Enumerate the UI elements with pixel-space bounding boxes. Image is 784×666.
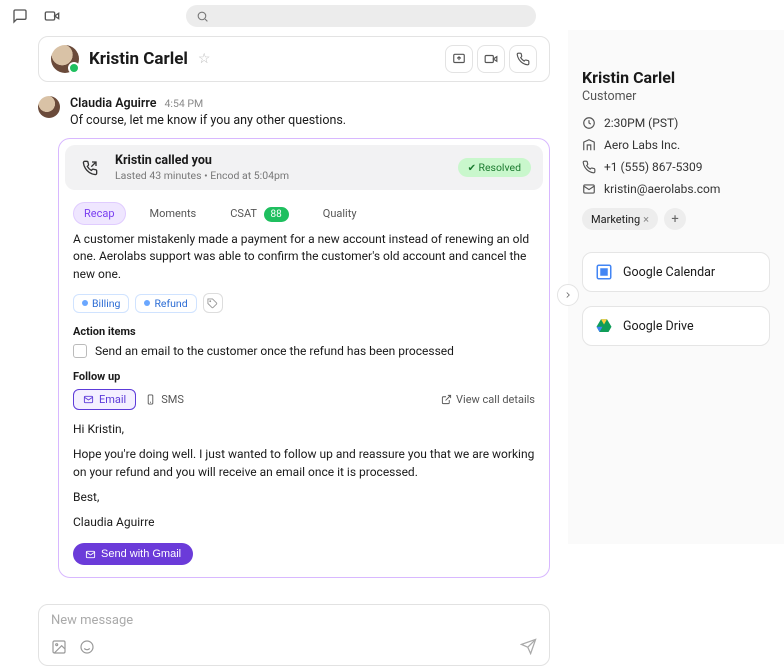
message-row: Claudia Aguirre 4:54 PM Of course, let m… xyxy=(38,96,550,128)
phone-call-button[interactable] xyxy=(509,45,537,73)
share-screen-button[interactable] xyxy=(445,45,473,73)
call-summary-card: Kristin called you Lasted 43 minutes • E… xyxy=(58,138,550,578)
message-time: 4:54 PM xyxy=(165,97,204,110)
contact-name: Kristin Carlel xyxy=(89,49,188,69)
topic-pills: Billing Refund xyxy=(73,293,535,313)
add-tag-button[interactable]: + xyxy=(664,208,686,230)
sidebar-email-row[interactable]: kristin@aerolabs.com xyxy=(582,182,770,196)
message-text: Of course, let me know if you any other … xyxy=(70,113,346,128)
star-icon[interactable]: ☆ xyxy=(198,51,211,67)
tag-icon[interactable] xyxy=(203,293,223,313)
conversation-header: Kristin Carlel ☆ xyxy=(38,36,550,82)
image-attach-icon[interactable] xyxy=(51,639,67,659)
call-header: Kristin called you Lasted 43 minutes • E… xyxy=(65,145,543,190)
tab-moments[interactable]: Moments xyxy=(140,203,207,224)
tag-marketing[interactable]: Marketing × xyxy=(582,208,658,230)
followup-label: Follow up xyxy=(73,370,535,383)
pill-billing[interactable]: Billing xyxy=(73,294,129,313)
send-icon[interactable] xyxy=(520,638,537,659)
incoming-call-icon xyxy=(77,155,103,181)
sidebar-phone-row[interactable]: +1 (555) 867-5309 xyxy=(582,160,770,174)
search-input[interactable] xyxy=(186,5,536,27)
composer-input[interactable]: New message xyxy=(51,613,537,628)
call-subtitle: Lasted 43 minutes • Encod at 5:04pm xyxy=(115,169,289,182)
action-item-text: Send an email to the customer once the r… xyxy=(95,344,454,358)
followup-email-chip[interactable]: Email xyxy=(73,389,136,410)
view-call-details-link[interactable]: View call details xyxy=(441,393,535,406)
contact-sidebar: Kristin Carlel Customer 2:30PM (PST) Aer… xyxy=(568,30,784,544)
checkbox-icon[interactable] xyxy=(73,344,87,358)
google-calendar-icon xyxy=(595,263,613,281)
author-avatar xyxy=(38,96,60,118)
chat-icon[interactable] xyxy=(10,6,30,26)
remove-tag-icon[interactable]: × xyxy=(643,213,649,226)
tab-csat[interactable]: CSAT 88 xyxy=(220,203,299,224)
sidebar-time-row: 2:30PM (PST) xyxy=(582,116,770,130)
contact-avatar xyxy=(51,45,79,73)
emoji-icon[interactable] xyxy=(79,639,95,659)
sidebar-contact-role: Customer xyxy=(582,89,770,104)
google-drive-icon xyxy=(595,317,613,335)
call-title: Kristin called you xyxy=(115,153,289,168)
followup-sms-chip[interactable]: SMS xyxy=(136,390,193,409)
topbar xyxy=(0,0,784,30)
collapse-sidebar-button[interactable] xyxy=(557,284,579,306)
call-summary-text: A customer mistakenly made a payment for… xyxy=(73,231,535,283)
sidebar-contact-name: Kristin Carlel xyxy=(582,68,770,87)
status-badge: Resolved xyxy=(458,158,531,177)
followup-draft: Hi Kristin, Hope you're doing well. I ju… xyxy=(73,420,535,531)
tab-recap[interactable]: Recap xyxy=(73,202,126,225)
message-author: Claudia Aguirre xyxy=(70,96,157,111)
call-tabs: Recap Moments CSAT 88 Quality xyxy=(59,196,549,231)
integration-google-calendar[interactable]: Google Calendar xyxy=(582,252,770,292)
message-composer[interactable]: New message xyxy=(38,604,550,666)
video-icon[interactable] xyxy=(42,6,62,26)
action-items-label: Action items xyxy=(73,325,535,338)
integration-google-drive[interactable]: Google Drive xyxy=(582,306,770,346)
action-item-row[interactable]: Send an email to the customer once the r… xyxy=(73,344,535,358)
conversation-pane: Kristin Carlel ☆ Claudia Aguirre 4 xyxy=(0,30,568,544)
pill-refund[interactable]: Refund xyxy=(135,294,196,313)
video-call-button[interactable] xyxy=(477,45,505,73)
tab-quality[interactable]: Quality xyxy=(313,203,367,224)
send-with-gmail-button[interactable]: Send with Gmail xyxy=(73,543,193,565)
csat-score-badge: 88 xyxy=(264,207,289,222)
sidebar-company-row: Aero Labs Inc. xyxy=(582,138,770,152)
